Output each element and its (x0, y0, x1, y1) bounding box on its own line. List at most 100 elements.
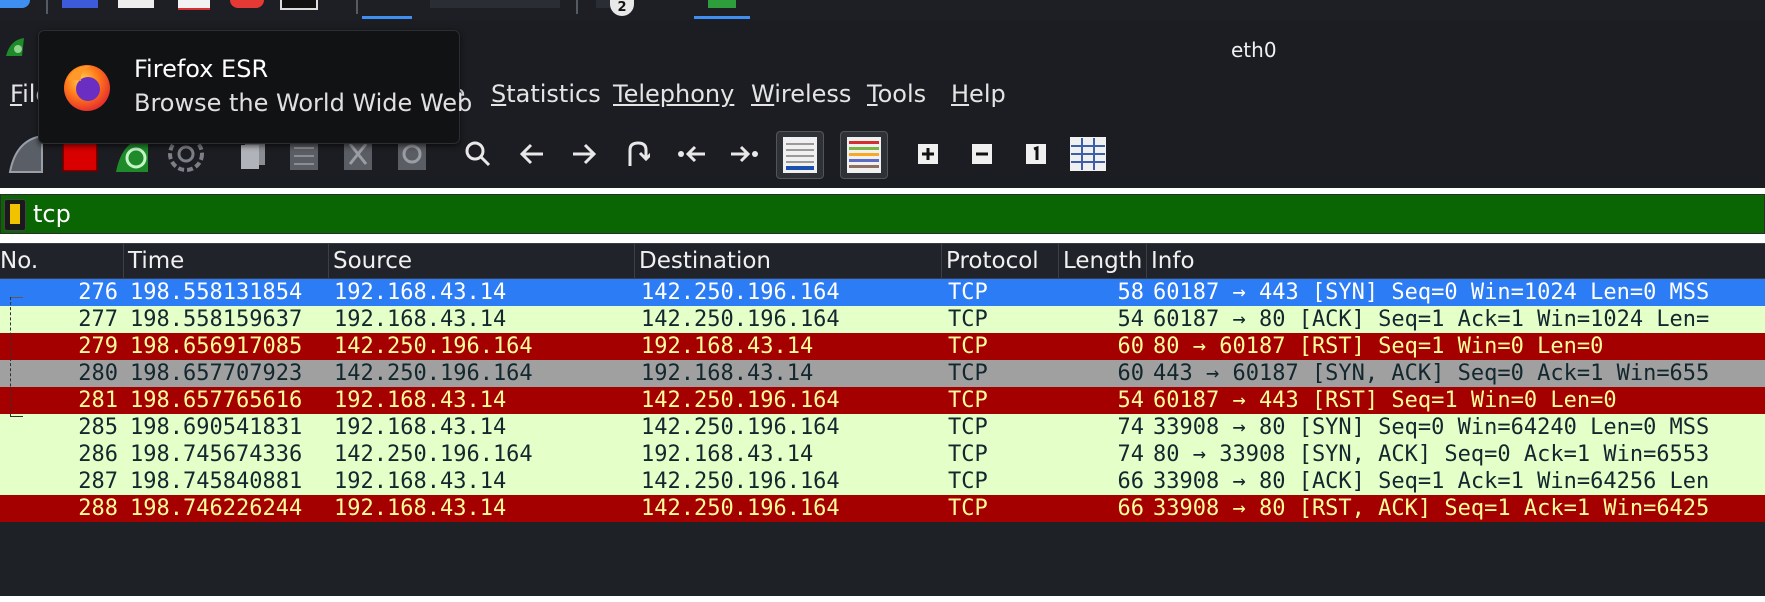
cell-length: 60 (1117, 361, 1145, 386)
cell-protocol: TCP (948, 361, 988, 386)
packet-row[interactable]: 286 198.745674336 142.250.196.164 192.168.4… (0, 441, 1765, 468)
cell-protocol: TCP (948, 469, 988, 494)
menu-help[interactable]: Help (951, 80, 1006, 108)
menu-statistics[interactable]: Statistics (491, 80, 601, 108)
packet-row[interactable]: 280 198.657707923 142.250.196.164 192.168.4… (0, 360, 1765, 387)
back-arrow-icon[interactable] (510, 132, 554, 176)
menu-tools[interactable]: Tools (867, 80, 926, 108)
zoom-out-icon[interactable] (960, 132, 1004, 176)
cell-source: 192.168.43.14 (334, 388, 507, 413)
taskbar-separator (356, 0, 358, 14)
bookmark-icon[interactable] (4, 199, 26, 231)
taskbar-window-active[interactable] (362, 16, 412, 19)
terminal-window-icon[interactable] (280, 0, 318, 10)
menu-telephony[interactable]: Telephony (613, 80, 734, 108)
column-header-time[interactable]: Time (124, 244, 329, 278)
cell-no: 288 (78, 496, 118, 521)
cell-source: 192.168.43.14 (334, 496, 507, 521)
cell-info: 80 → 60187 [RST] Seq=1 Win=0 Len=0 (1153, 334, 1604, 359)
cell-destination: 142.250.196.164 (641, 388, 840, 413)
wireshark-app-icon (4, 36, 30, 58)
cell-info: 60187 → 443 [RST] Seq=1 Win=0 Len=0 (1153, 388, 1617, 413)
packet-row[interactable]: 287 198.745840881 192.168.43.14 142.250.196… (0, 468, 1765, 495)
kali-menu-icon[interactable] (0, 0, 30, 8)
cell-time: 198.745674336 (130, 442, 303, 467)
packet-row[interactable]: 288 198.746226244 192.168.43.14 142.250.196… (0, 495, 1765, 522)
cell-destination: 142.250.196.164 (641, 280, 840, 305)
column-header-protocol[interactable]: Protocol (942, 244, 1059, 278)
cell-protocol: TCP (948, 388, 988, 413)
menu-tools-label: ools (877, 80, 927, 108)
file-manager-icon[interactable] (62, 0, 98, 8)
display-filter-bar (0, 194, 1765, 234)
first-packet-icon[interactable] (670, 132, 714, 176)
packet-row[interactable]: 281 198.657765616 192.168.43.14 142.250.196… (0, 387, 1765, 414)
search-icon[interactable] (456, 132, 500, 176)
menu-statistics-mnemonic: S (491, 80, 507, 108)
cell-time: 198.558159637 (130, 307, 303, 332)
cell-source: 142.250.196.164 (334, 334, 533, 359)
cell-info: 80 → 33908 [SYN, ACK] Seq=0 Ack=1 Win=65… (1153, 442, 1710, 467)
taskbar-separator (576, 0, 578, 14)
menu-tools-mnemonic: T (867, 80, 878, 108)
packet-row[interactable]: 277 198.558159637 192.168.43.14 142.250.196… (0, 306, 1765, 333)
taskbar-window[interactable] (430, 0, 560, 8)
packet-row[interactable]: 276 198.558131854 192.168.43.14 142.250.196… (0, 279, 1765, 306)
cell-no: 286 (78, 442, 118, 467)
cell-no: 287 (78, 469, 118, 494)
terminal-icon[interactable] (118, 0, 154, 8)
cell-time: 198.657765616 (130, 388, 303, 413)
menu-wireless[interactable]: Wireless (751, 80, 851, 108)
cell-info: 33908 → 80 [ACK] Seq=1 Ack=1 Win=64256 L… (1153, 469, 1710, 494)
cell-destination: 142.250.196.164 (641, 496, 840, 521)
packet-row[interactable]: 285 198.690541831 192.168.43.14 142.250.196… (0, 414, 1765, 441)
cell-destination: 142.250.196.164 (641, 307, 840, 332)
cell-info: 60187 → 80 [ACK] Seq=1 Ack=1 Win=1024 Le… (1153, 307, 1710, 332)
cell-destination: 192.168.43.14 (641, 361, 814, 386)
firefox-icon (61, 61, 113, 113)
cell-protocol: TCP (948, 415, 988, 440)
cell-info: 33908 → 80 [RST, ACK] Seq=1 Ack=1 Win=64… (1153, 496, 1710, 521)
packet-list-header: No. Time Source Destination Protocol Len… (0, 243, 1765, 279)
resize-columns-icon[interactable] (1066, 132, 1110, 176)
last-packet-icon[interactable] (722, 132, 766, 176)
display-filter-input[interactable] (33, 197, 1733, 231)
editor-icon[interactable] (178, 0, 210, 10)
go-to-packet-icon[interactable] (616, 132, 660, 176)
taskbar-separator (46, 0, 48, 14)
cell-length: 74 (1117, 442, 1145, 467)
cell-time: 198.745840881 (130, 469, 303, 494)
tooltip-title: Firefox ESR (134, 55, 269, 83)
related-packets-indicator (10, 297, 25, 417)
wireshark-taskbar-icon[interactable] (708, 0, 736, 8)
menu-help-label: elp (969, 80, 1006, 108)
cell-source: 142.250.196.164 (334, 442, 533, 467)
packet-list: 276 198.558131854 192.168.43.14 142.250.196… (0, 279, 1765, 596)
cell-protocol: TCP (948, 442, 988, 467)
cell-length: 54 (1117, 388, 1145, 413)
cell-time: 198.558131854 (130, 280, 303, 305)
menu-help-mnemonic: H (951, 80, 970, 108)
menu-file-mnemonic: F (10, 80, 23, 108)
cell-protocol: TCP (948, 496, 988, 521)
column-header-destination[interactable]: Destination (635, 244, 942, 278)
cell-source: 192.168.43.14 (334, 469, 507, 494)
cell-source: 192.168.43.14 (334, 280, 507, 305)
packet-row[interactable]: 279 198.656917085 142.250.196.164 192.168.4… (0, 333, 1765, 360)
cell-length: 60 (1117, 334, 1145, 359)
colorize-icon[interactable] (840, 131, 888, 179)
column-header-length[interactable]: Length (1059, 244, 1147, 278)
column-header-info[interactable]: Info (1147, 244, 1765, 278)
browser-icon[interactable] (230, 0, 264, 8)
column-header-source[interactable]: Source (329, 244, 635, 278)
app-tooltip: Firefox ESR Browse the World Wide Web (38, 30, 472, 144)
menu-wireless-mnemonic: W (751, 80, 775, 108)
normal-size-icon[interactable] (1014, 132, 1058, 176)
zoom-in-icon[interactable] (906, 132, 950, 176)
column-header-no[interactable]: No. (0, 244, 124, 278)
taskbar-window-active[interactable] (694, 16, 750, 19)
forward-arrow-icon[interactable] (562, 132, 606, 176)
cell-length: 74 (1117, 415, 1145, 440)
autoscroll-icon[interactable] (776, 131, 824, 179)
cell-protocol: TCP (948, 307, 988, 332)
